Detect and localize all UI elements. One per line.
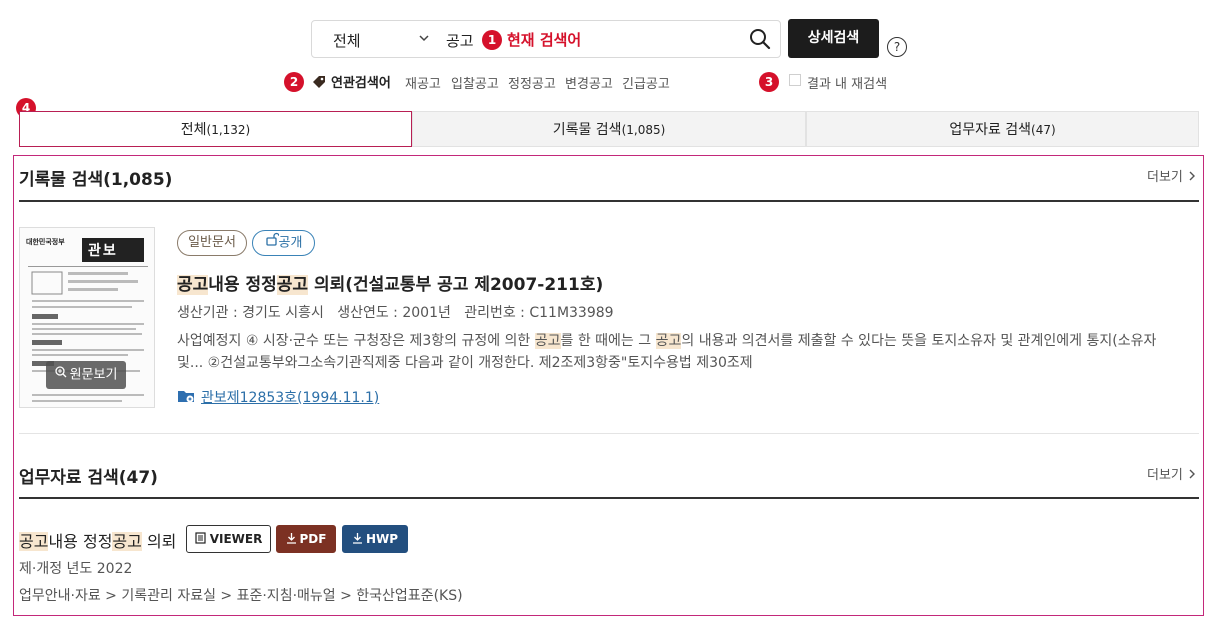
- search-icon[interactable]: [749, 28, 771, 50]
- tab-all[interactable]: 전체(1,132): [19, 111, 412, 147]
- re-search-checkbox[interactable]: [789, 74, 801, 86]
- related-keyword[interactable]: 입찰공고: [451, 73, 499, 92]
- chevron-right-icon: [1187, 170, 1197, 186]
- snippet-part: 공고: [534, 333, 561, 349]
- download-icon: [286, 527, 297, 553]
- viewer-button[interactable]: VIEWER: [186, 525, 271, 553]
- related-keyword[interactable]: 긴급공고: [622, 73, 670, 92]
- work-item-title[interactable]: 공고내용 정정공고 의뢰: [19, 528, 176, 552]
- advanced-search-button[interactable]: 상세검색: [788, 19, 879, 58]
- work-title-part: 의뢰: [141, 532, 177, 551]
- more-label: 더보기: [1147, 170, 1183, 185]
- open-status-badge: 공개: [252, 230, 315, 256]
- related-keyword[interactable]: 변경공고: [565, 73, 613, 92]
- chevron-down-icon[interactable]: [418, 28, 430, 52]
- section-divider: [19, 200, 1199, 202]
- unlock-icon: [265, 231, 280, 255]
- work-title-part: 공고: [19, 532, 49, 551]
- related-keyword[interactable]: 정정공고: [508, 73, 556, 92]
- related-keyword[interactable]: 재공고: [405, 73, 441, 92]
- tag-icon: [312, 74, 325, 88]
- view-original-button[interactable]: 원문보기: [46, 361, 126, 389]
- current-query-label: 현재 검색어: [507, 31, 582, 49]
- zoom-icon: [54, 361, 67, 389]
- annotation-badge-1: 1: [482, 30, 502, 50]
- work-title-part: 내용 정정: [48, 532, 113, 551]
- doc-type-badge: 일반문서: [177, 230, 247, 256]
- search-scope-select[interactable]: 전체: [333, 30, 361, 51]
- section-divider: [19, 497, 1199, 499]
- related-gazette-link[interactable]: 관보제12853호(1994.11.1): [201, 387, 379, 407]
- record-meta: 생산기관 : 경기도 시흥시 생산연도 : 2001년 관리번호 : C11M3…: [177, 305, 614, 321]
- tab-count: (1,085): [621, 123, 666, 137]
- tab-label: 전체: [180, 122, 207, 138]
- tab-records[interactable]: 기록물 검색(1,085): [412, 111, 806, 147]
- item-divider: [19, 433, 1199, 434]
- open-status-label: 공개: [278, 235, 303, 251]
- record-title-part: 내용 정정: [208, 275, 277, 295]
- tab-count: (1,132): [206, 123, 251, 137]
- records-more-link[interactable]: 더보기: [1147, 166, 1197, 186]
- more-label: 더보기: [1147, 468, 1183, 483]
- search-input[interactable]: 공고: [446, 30, 474, 51]
- record-snippet: 사업예정지 ④ 시장·군수 또는 구청장은 제3항의 규정에 의한 공고를 한 …: [177, 330, 1187, 374]
- viewer-label: VIEWER: [209, 532, 263, 546]
- hwp-label: HWP: [365, 532, 399, 546]
- record-title-part: 공고: [276, 275, 309, 295]
- chevron-right-icon: [1187, 468, 1197, 484]
- related-keywords-label: 연관검색어: [331, 76, 391, 91]
- record-title-part: 의뢰(건설교통부 공고 제2007-211호): [308, 275, 604, 295]
- hwp-download-button[interactable]: HWP: [342, 525, 408, 553]
- annotation-badge-2: 2: [284, 72, 304, 92]
- work-title-part: 공고: [112, 532, 142, 551]
- record-title-part: 공고: [177, 275, 209, 295]
- records-section-title: 기록물 검색(1,085): [19, 170, 173, 190]
- view-original-label: 원문보기: [69, 367, 118, 383]
- snippet-part: 사업예정지 ④ 시장·군수 또는 구청장은 제3항의 규정에 의한: [177, 333, 535, 349]
- thumbnail-header: 관보: [88, 243, 118, 259]
- folder-link-icon: [177, 388, 195, 404]
- tab-label: 업무자료 검색: [949, 122, 1032, 138]
- tab-count: (47): [1031, 123, 1056, 137]
- help-icon[interactable]: ?: [887, 37, 907, 57]
- tab-label: 기록물 검색: [552, 122, 622, 138]
- pdf-label: PDF: [299, 532, 327, 546]
- record-title-link[interactable]: 공고내용 정정공고 의뢰(건설교통부 공고 제2007-211호): [177, 270, 603, 295]
- work-section-title: 업무자료 검색(47): [19, 468, 158, 488]
- document-icon: [195, 527, 206, 553]
- download-icon: [352, 527, 363, 553]
- work-breadcrumb: 업무안내·자료 > 기록관리 자료실 > 표준·지침·매뉴얼 > 한국산업표준(…: [19, 588, 463, 604]
- snippet-part: 를 한 때에는 그: [560, 333, 656, 349]
- pdf-download-button[interactable]: PDF: [276, 525, 336, 553]
- snippet-part: 공고: [655, 333, 682, 349]
- annotation-badge-3: 3: [759, 72, 779, 92]
- thumbnail-org: 대한민국정부: [26, 238, 65, 246]
- tab-work-materials[interactable]: 업무자료 검색(47): [806, 111, 1199, 147]
- work-revision-year: 제·개정 년도 2022: [19, 561, 133, 577]
- re-search-label[interactable]: 결과 내 재검색: [807, 73, 887, 92]
- work-more-link[interactable]: 더보기: [1147, 464, 1197, 484]
